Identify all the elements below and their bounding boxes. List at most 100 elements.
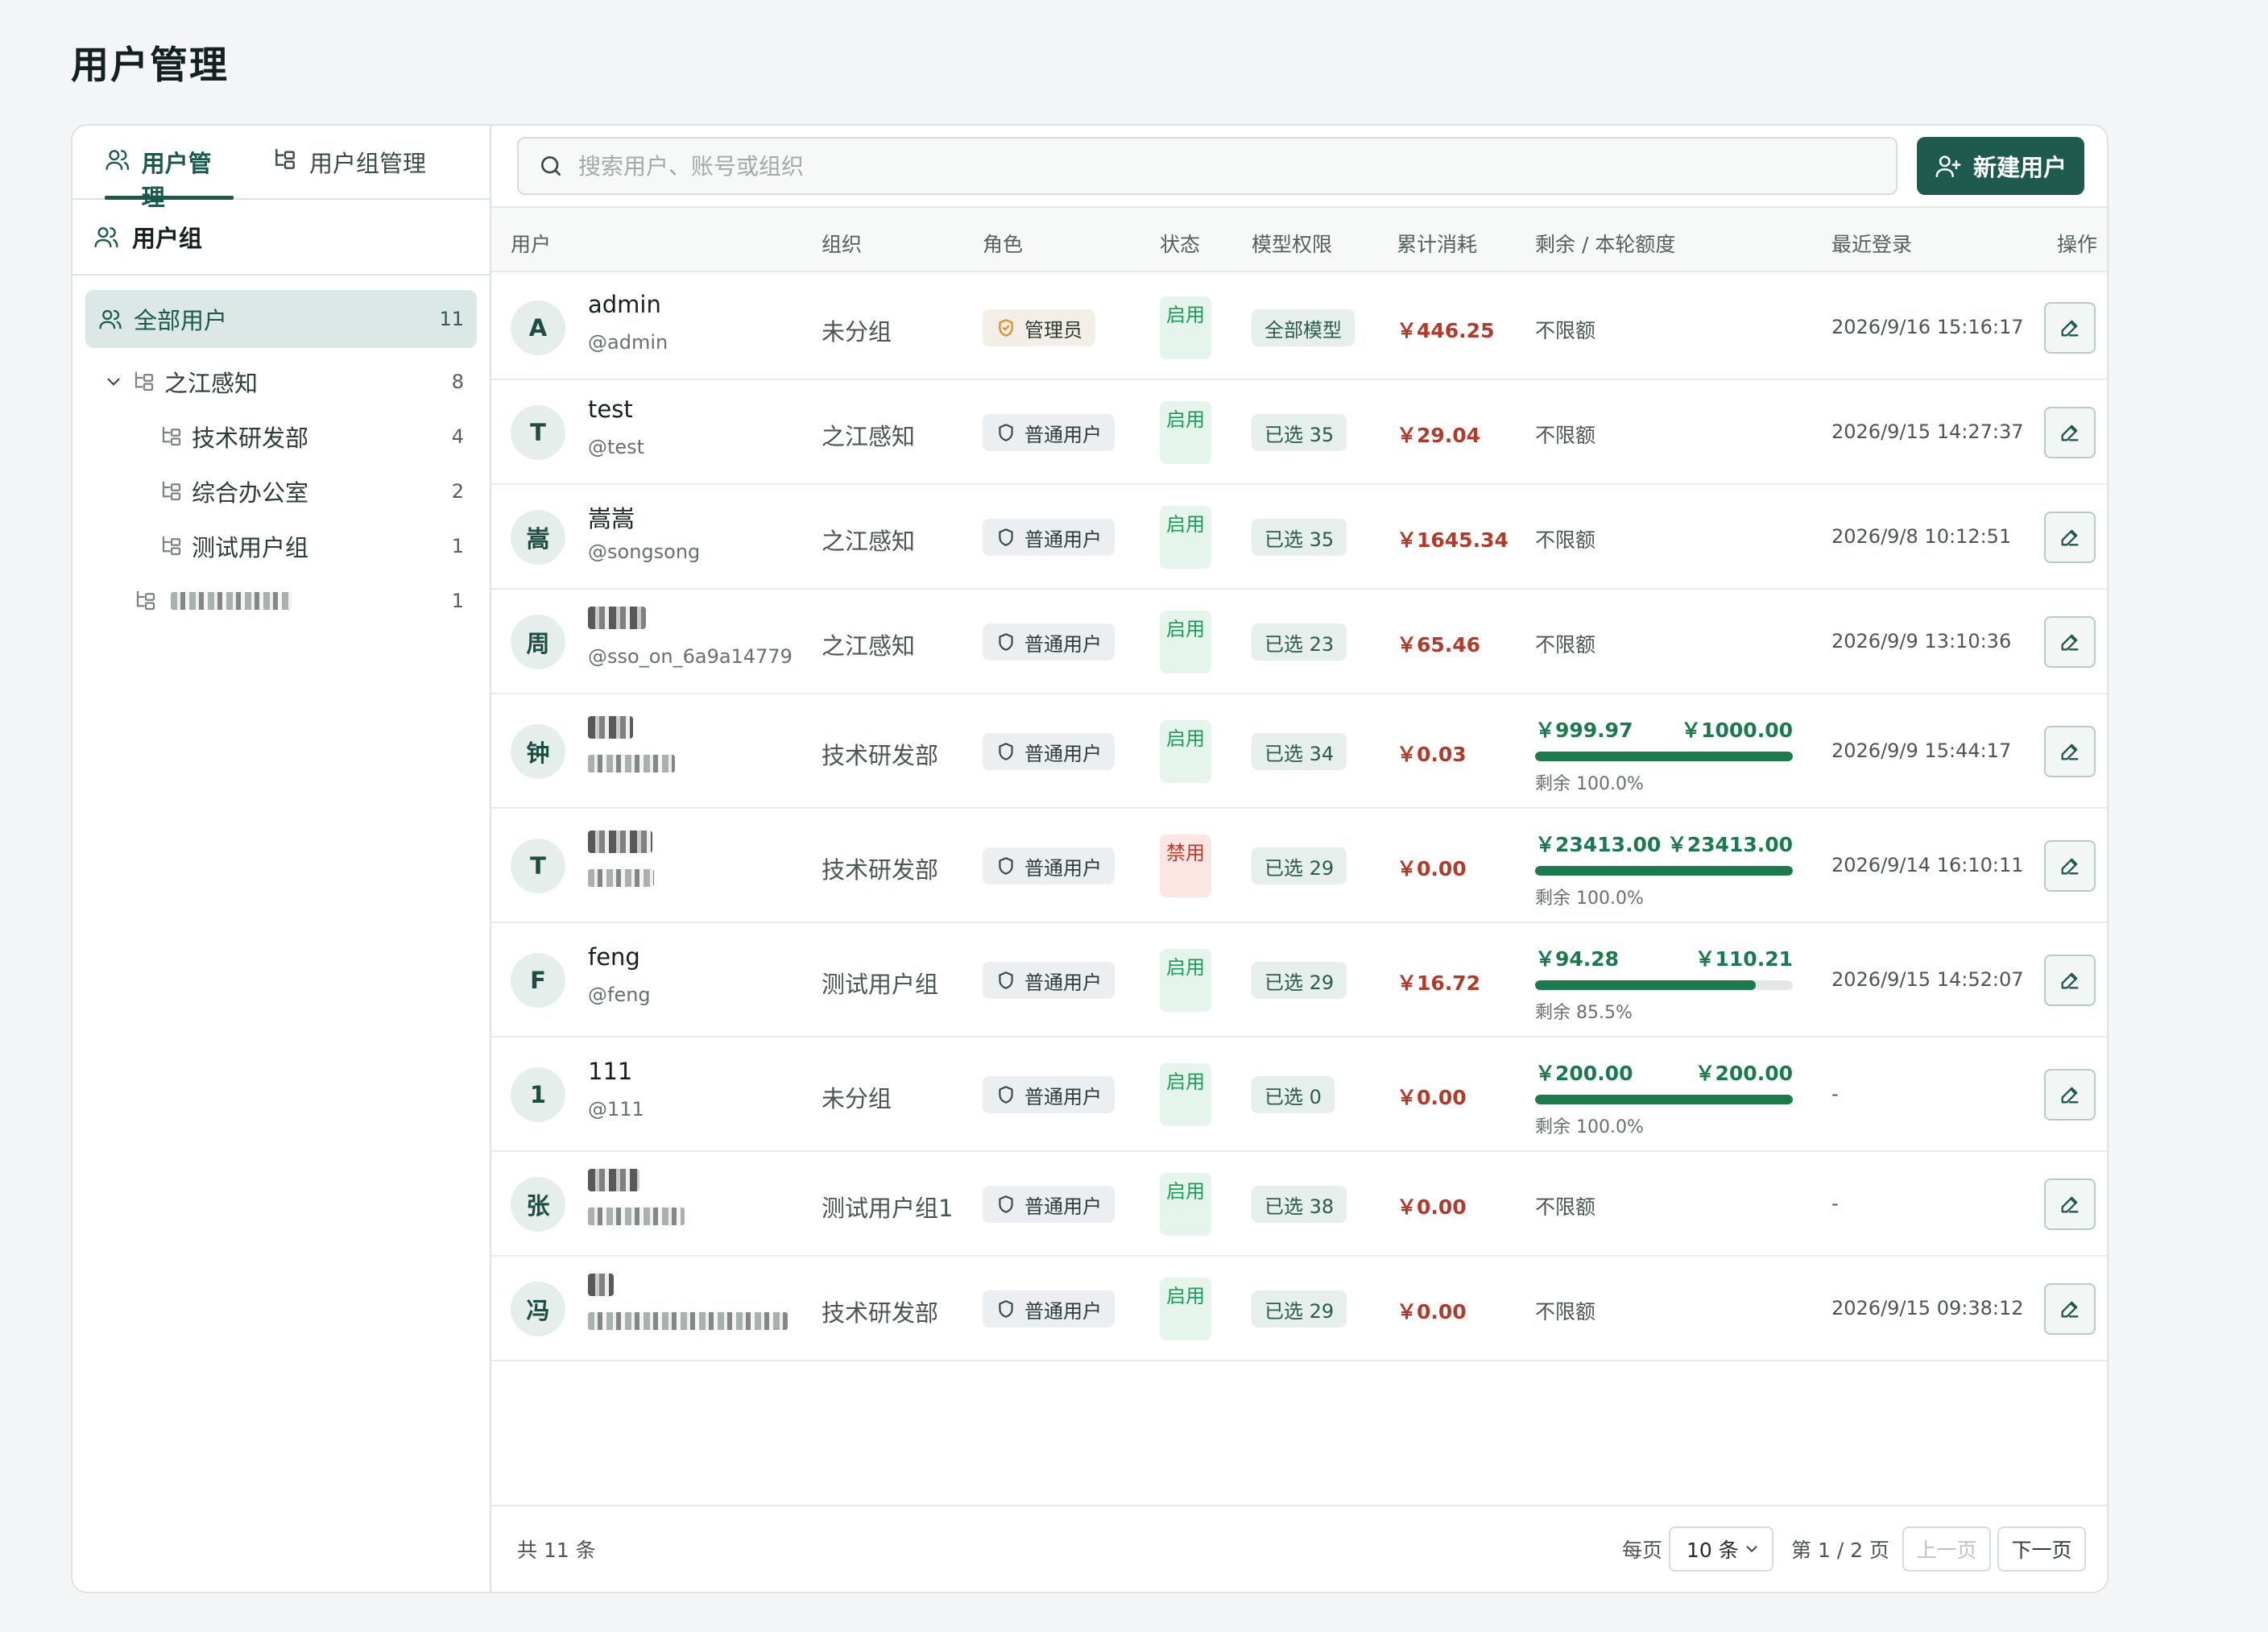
quota-bar <box>1535 980 1793 990</box>
search-input[interactable] <box>578 152 1867 180</box>
status-badge: 启用 <box>1160 1278 1211 1340</box>
status-label: 启用 <box>1166 408 1205 431</box>
new-user-button[interactable]: 新建用户 <box>1917 137 2084 195</box>
org-name: 技术研发部 <box>822 742 939 769</box>
role-badge: 普通用户 <box>983 519 1115 556</box>
org-name: 未分组 <box>822 318 892 346</box>
next-page-button[interactable]: 下一页 <box>1997 1526 2086 1572</box>
status-badge: 启用 <box>1160 506 1211 569</box>
tree-item-tech-rd[interactable]: 技术研发部 4 <box>85 408 477 466</box>
quota-bar <box>1535 1095 1793 1104</box>
user-account-blurred <box>588 755 675 773</box>
quota-bar <box>1535 752 1793 761</box>
tab-group-management[interactable]: 用户组管理 <box>272 145 426 200</box>
chevron-down-icon[interactable] <box>103 371 124 392</box>
model-permission-badge: 已选 38 <box>1252 1186 1347 1223</box>
model-permission-badge: 已选 29 <box>1252 847 1347 884</box>
model-permission-badge: 已选 23 <box>1252 623 1347 661</box>
cost-value: ￥16.72 <box>1397 971 1481 995</box>
edit-user-button[interactable] <box>2044 1069 2096 1120</box>
tree-item-count: 1 <box>451 590 464 612</box>
last-login: 2026/9/16 15:16:17 <box>1831 316 2024 338</box>
role-label: 普通用户 <box>1024 632 1102 656</box>
main-content: 新建用户 用户 组织 角色 状态 模型权限 累计消耗 剩余 / 本轮额度 最近登… <box>491 126 2107 1592</box>
status-label: 启用 <box>1166 513 1205 536</box>
user-account-blurred <box>588 1207 685 1225</box>
user-name-blurred <box>588 607 646 629</box>
edit-user-button[interactable] <box>2044 955 2096 1006</box>
org-tree-icon <box>162 536 181 556</box>
status-label: 启用 <box>1166 956 1205 979</box>
edit-icon <box>2061 634 2079 651</box>
tree-item-label: 综合办公室 <box>192 479 309 507</box>
org-tree-icon <box>162 426 181 446</box>
page-title: 用户管理 <box>71 43 229 88</box>
edit-user-button[interactable] <box>2044 1283 2096 1335</box>
edit-icon <box>2061 1301 2079 1318</box>
edit-user-button[interactable] <box>2044 726 2096 777</box>
role-label: 普通用户 <box>1024 971 1102 994</box>
last-login: - <box>1831 1083 1839 1105</box>
org-tree-icon <box>135 371 154 391</box>
org-name: 测试用户组 <box>822 971 939 998</box>
tab-user-management[interactable]: 用户管理 <box>105 145 234 211</box>
quota-unlimited: 不限额 <box>1535 1195 1596 1219</box>
tree-item-count: 4 <box>451 425 464 448</box>
quota-progress: ￥999.97 ￥1000.00 剩余 100.0% <box>1535 715 1793 795</box>
last-login: - <box>1831 1192 1839 1215</box>
quota-unlimited: 不限额 <box>1535 319 1596 342</box>
quota-progress: ￥94.28 ￥110.21 剩余 85.5% <box>1535 943 1793 1024</box>
cost-value: ￥0.03 <box>1397 743 1467 766</box>
role-label: 普通用户 <box>1024 1085 1102 1108</box>
quota-percent: 剩余 85.5% <box>1535 1003 1633 1023</box>
col-status: 状态 <box>1160 233 1201 256</box>
role-badge: 普通用户 <box>983 1186 1115 1223</box>
status-label: 禁用 <box>1166 842 1205 864</box>
user-account: @111 <box>588 1098 644 1120</box>
edit-user-button[interactable] <box>2044 1178 2096 1230</box>
org-tree-icon <box>136 590 155 611</box>
role-badge: 普通用户 <box>983 1076 1115 1113</box>
edit-user-button[interactable] <box>2044 840 2096 892</box>
cost-value: ￥0.00 <box>1397 1300 1467 1323</box>
quota-bar-fill <box>1535 752 1793 761</box>
user-account: @test <box>588 436 645 458</box>
search-icon <box>541 156 561 176</box>
role-badge: 普通用户 <box>983 962 1115 999</box>
tree-item-blurred-group[interactable]: 1 <box>85 572 477 630</box>
quota-total: ￥1000.00 <box>1681 719 1793 742</box>
edit-user-button[interactable] <box>2044 302 2096 354</box>
tree-item-all-users[interactable]: 全部用户 11 <box>85 290 477 348</box>
tree-item-label: 全部用户 <box>134 307 228 334</box>
tree-item-zhijiang[interactable]: 之江感知 8 <box>85 353 477 411</box>
col-last-login: 最近登录 <box>1831 233 1913 256</box>
status-label: 启用 <box>1166 618 1205 640</box>
edit-user-button[interactable] <box>2044 512 2096 563</box>
quota-unlimited: 不限额 <box>1535 633 1596 657</box>
per-page-value: 10 条 <box>1687 1539 1739 1562</box>
per-page-select[interactable]: 10 条 <box>1669 1526 1773 1572</box>
users-icon <box>94 227 118 248</box>
user-name-blurred <box>588 830 652 853</box>
quota-remaining: ￥94.28 <box>1535 947 1620 971</box>
status-label: 启用 <box>1166 1071 1205 1093</box>
quota-total: ￥200.00 <box>1695 1062 1793 1085</box>
edit-user-button[interactable] <box>2044 616 2096 668</box>
avatar: 周 <box>511 615 565 669</box>
tree-item-office[interactable]: 综合办公室 2 <box>85 462 477 520</box>
blurred-group-name <box>171 592 292 610</box>
edit-user-button[interactable] <box>2044 407 2096 458</box>
shield-icon <box>999 424 1013 441</box>
status-label: 启用 <box>1166 1180 1205 1203</box>
prev-page-button[interactable]: 上一页 <box>1902 1526 1991 1572</box>
tree-item-count: 2 <box>451 480 464 503</box>
edit-icon <box>2061 320 2079 337</box>
tree-item-test-group[interactable]: 测试用户组 1 <box>85 517 477 575</box>
shield-icon <box>999 857 1013 875</box>
org-name: 未分组 <box>822 1085 892 1112</box>
table-row: 冯 技术研发部 普通用户 启用 已选 29 ￥0.00 不限额 2026/9/15 09:38… <box>491 1257 2107 1361</box>
role-badge: 管理员 <box>983 309 1095 346</box>
user-account-blurred <box>588 869 654 887</box>
col-role: 角色 <box>983 233 1024 256</box>
search-box <box>517 137 1898 195</box>
